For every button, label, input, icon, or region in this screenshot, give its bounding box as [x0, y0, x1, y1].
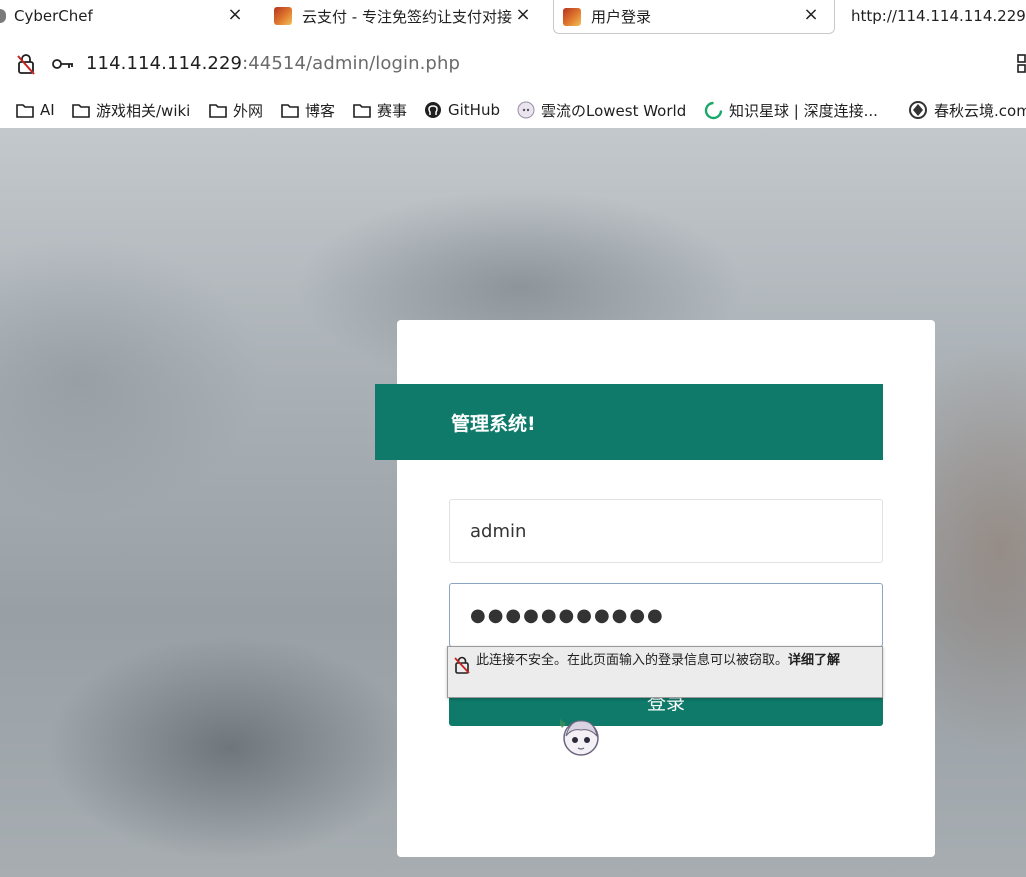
bookmark-label: GitHub — [448, 101, 500, 119]
yunzhifu-favicon-icon — [274, 7, 292, 25]
tab-title: 云支付 - 专注免签约让支付对接 — [302, 7, 512, 26]
not-secure-lock-icon — [454, 656, 470, 674]
bookmark-label: 赛事 — [377, 101, 408, 120]
tab-close-icon[interactable]: × — [512, 4, 534, 26]
url-host: 114.114.114.229 — [86, 53, 243, 74]
bookmark-label: 春秋云境.com — [934, 101, 1026, 120]
login-header: 管理系统! — [375, 384, 883, 460]
tab-yunzhifu[interactable]: 云支付 - 专注免签约让支付对接 × — [274, 0, 542, 32]
key-icon[interactable] — [52, 58, 74, 70]
tab-close-icon[interactable]: × — [800, 4, 822, 26]
mascot-avatar-icon — [560, 718, 599, 756]
folder-icon — [353, 103, 371, 118]
tab-close-icon[interactable]: × — [224, 4, 246, 26]
bookmark-label: 博客 — [305, 101, 336, 120]
tab-title: CyberChef — [14, 7, 93, 25]
avatar-icon — [517, 101, 535, 119]
login-title: 管理系统! — [451, 412, 536, 435]
bookmark-chunqiu-yunjing[interactable]: 春秋云境.com — [908, 99, 1026, 121]
learn-more-link[interactable]: 详细了解 — [788, 653, 840, 668]
bookmark-contests[interactable]: 赛事 — [353, 99, 407, 121]
bookmark-blog[interactable]: 博客 — [281, 99, 335, 121]
insecure-login-warning: 此连接不安全。在此页面输入的登录信息可以被窃取。详细了解 — [447, 646, 883, 698]
bookmark-lowest-world[interactable]: 雲流のLowest World — [517, 99, 686, 121]
bookmark-github[interactable]: GitHub — [424, 99, 500, 121]
login-favicon-icon — [563, 7, 581, 26]
bookmark-foreign-web[interactable]: 外网 — [209, 99, 263, 121]
bookmark-games-wiki[interactable]: 游戏相关/wiki — [72, 99, 190, 121]
tab-title: 用户登录 — [591, 8, 652, 26]
bookmark-zhishi-xingqiu[interactable]: 知识星球 | 深度连接... — [704, 99, 878, 121]
github-icon — [425, 102, 441, 118]
folder-icon — [209, 103, 227, 118]
bookmark-label: 游戏相关/wiki — [96, 101, 191, 120]
folder-icon — [16, 103, 34, 118]
warning-text: 此连接不安全。在此页面输入的登录信息可以被窃取。 — [476, 653, 789, 668]
tab-strip: CyberChef × 云支付 - 专注免签约让支付对接 × 用户登录 × ht… — [0, 0, 1026, 34]
bookmarks-bar: AI 游戏相关/wiki 外网 博客 赛事 GitHub 雲流のLowest W… — [0, 90, 1026, 128]
circle-icon — [704, 101, 723, 119]
url-path: :44514/admin/login.php — [242, 53, 460, 74]
username-input[interactable] — [449, 499, 883, 563]
tab-user-login[interactable]: 用户登录 × — [553, 0, 835, 34]
url-text[interactable]: 114.114.114.229:44514/admin/login.php — [86, 53, 460, 74]
not-secure-lock-icon[interactable] — [16, 53, 36, 75]
folder-icon — [281, 103, 299, 118]
tab-title: http://114.114.114.229:44514 — [851, 7, 1026, 25]
bookmark-label: AI — [40, 101, 55, 119]
folder-icon — [72, 103, 90, 118]
bookmark-label: 外网 — [233, 101, 264, 120]
logo-icon — [909, 101, 927, 119]
bookmark-label: 雲流のLowest World — [541, 101, 687, 120]
bookmark-label: 知识星球 | 深度连接... — [729, 101, 878, 120]
password-input[interactable] — [449, 583, 883, 647]
tab-cyberchef[interactable]: CyberChef × — [0, 0, 258, 32]
bookmark-ai[interactable]: AI — [16, 99, 55, 121]
tab-ip-address[interactable]: http://114.114.114.229:44514 — [851, 0, 1026, 32]
cyberchef-favicon-icon — [0, 9, 6, 23]
page-viewport: 管理系统! 登录 此连接不安全。在此页面输入的登录信息可以被窃取。详细了解 — [0, 128, 1026, 877]
address-bar[interactable]: 114.114.114.229:44514/admin/login.php — [0, 38, 1026, 90]
qr-code-icon[interactable] — [1017, 54, 1026, 74]
